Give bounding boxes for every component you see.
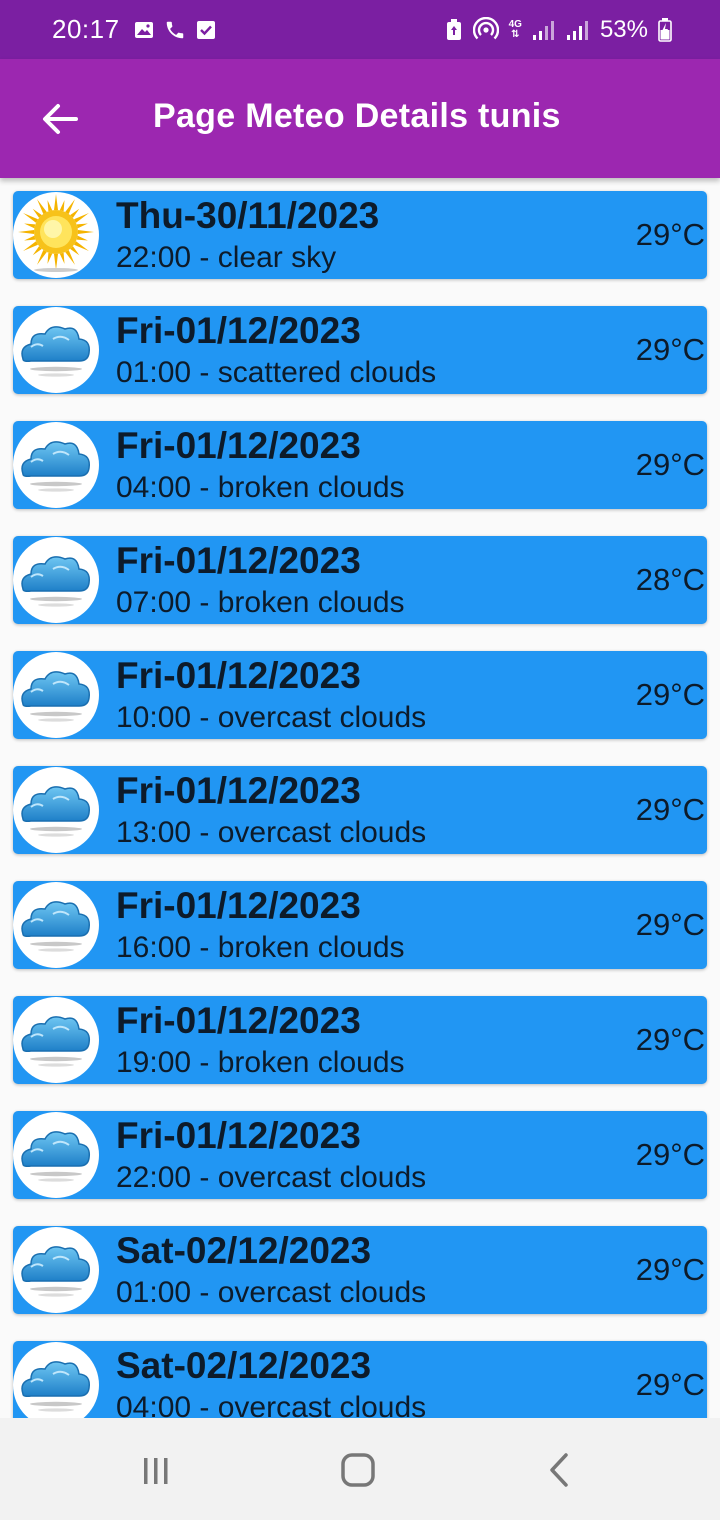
forecast-date: Fri-01/12/2023 — [116, 1000, 361, 1041]
forecast-card[interactable]: Sat-02/12/2023 04:00 - overcast clouds 2… — [13, 1341, 707, 1418]
forecast-description: 13:00 - overcast clouds — [116, 816, 427, 849]
forecast-temperature: 29°C — [635, 1022, 705, 1057]
check-box-icon — [196, 20, 216, 40]
weather-avatar — [13, 1342, 99, 1418]
forecast-temperature: 29°C — [635, 447, 705, 482]
recent-apps-button[interactable] — [126, 1448, 186, 1492]
sun-icon — [18, 194, 94, 272]
phone-icon — [164, 19, 186, 41]
weather-avatar — [13, 767, 99, 853]
recent-apps-icon — [144, 1458, 168, 1484]
forecast-card[interactable]: Fri-01/12/2023 07:00 - broken clouds 28°… — [13, 536, 707, 624]
system-nav-bar — [0, 1418, 720, 1520]
forecast-temperature: 29°C — [635, 332, 705, 367]
notification-icons — [134, 19, 216, 41]
signal-icon — [566, 19, 590, 41]
forecast-card[interactable]: Sat-02/12/2023 01:00 - overcast clouds 2… — [13, 1226, 707, 1314]
cloud-icon — [21, 901, 91, 952]
forecast-date: Fri-01/12/2023 — [116, 1115, 361, 1156]
forecast-description: 07:00 - broken clouds — [116, 586, 405, 619]
forecast-date: Fri-01/12/2023 — [116, 885, 361, 926]
forecast-description: 04:00 - overcast clouds — [116, 1391, 427, 1418]
forecast-description: 16:00 - broken clouds — [116, 931, 405, 964]
weather-avatar — [13, 997, 99, 1083]
forecast-card[interactable]: Fri-01/12/2023 10:00 - overcast clouds 2… — [13, 651, 707, 739]
forecast-description: 22:00 - overcast clouds — [116, 1161, 427, 1194]
cloud-icon — [21, 671, 91, 722]
cloud-icon — [21, 556, 91, 607]
cloud-icon — [21, 326, 91, 377]
forecast-date: Fri-01/12/2023 — [116, 770, 361, 811]
forecast-card[interactable]: Fri-01/12/2023 01:00 - scattered clouds … — [13, 306, 707, 394]
cloud-icon — [21, 441, 91, 492]
battery-percent: 53% — [599, 15, 648, 43]
cloud-icon — [21, 1246, 91, 1297]
status-time: 20:17 — [52, 14, 120, 44]
forecast-date: Fri-01/12/2023 — [116, 540, 361, 581]
forecast-card[interactable]: Fri-01/12/2023 16:00 - broken clouds 29°… — [13, 881, 707, 969]
forecast-description: 04:00 - broken clouds — [116, 471, 405, 504]
weather-avatar — [13, 652, 99, 738]
forecast-temperature: 29°C — [635, 677, 705, 712]
forecast-description: 10:00 - overcast clouds — [116, 701, 427, 734]
battery-charging-icon — [658, 17, 672, 42]
image-icon — [134, 20, 154, 40]
forecast-description: 19:00 - broken clouds — [116, 1046, 405, 1079]
home-button[interactable] — [328, 1448, 388, 1492]
weather-avatar — [13, 1112, 99, 1198]
forecast-card[interactable]: Fri-01/12/2023 22:00 - overcast clouds 2… — [13, 1111, 707, 1199]
weather-avatar — [13, 537, 99, 623]
forecast-date: Thu-30/11/2023 — [116, 195, 380, 236]
forecast-temperature: 29°C — [635, 217, 705, 252]
forecast-date: Fri-01/12/2023 — [116, 655, 361, 696]
weather-avatar — [13, 1227, 99, 1313]
forecast-description: 01:00 - scattered clouds — [116, 356, 437, 389]
network-label: 4G — [508, 18, 522, 30]
forecast-temperature: 29°C — [635, 907, 705, 942]
nav-back-button[interactable] — [530, 1448, 590, 1492]
forecast-temperature: 29°C — [635, 792, 705, 827]
hotspot-icon — [472, 16, 499, 43]
forecast-date: Fri-01/12/2023 — [116, 425, 361, 466]
back-icon — [550, 1453, 568, 1487]
forecast-date: Sat-02/12/2023 — [116, 1230, 372, 1271]
cloud-icon — [21, 1016, 91, 1067]
forecast-card[interactable]: Fri-01/12/2023 13:00 - overcast clouds 2… — [13, 766, 707, 854]
weather-avatar — [13, 422, 99, 508]
forecast-description: 22:00 - clear sky — [116, 241, 337, 274]
forecast-description: 01:00 - overcast clouds — [116, 1276, 427, 1309]
cloud-icon — [21, 1131, 91, 1182]
signal-icon — [532, 19, 556, 41]
weather-avatar — [13, 882, 99, 968]
cloud-icon — [21, 786, 91, 837]
back-button[interactable] — [36, 95, 84, 143]
forecast-list[interactable]: Thu-30/11/2023 22:00 - clear sky 29°C Fr… — [0, 178, 720, 1418]
status-bar: 20:17 4G ⇅ 53% — [0, 0, 720, 59]
cloud-icon — [21, 1361, 91, 1412]
weather-avatar — [13, 307, 99, 393]
weather-avatar — [13, 192, 99, 278]
home-icon — [341, 1453, 375, 1487]
network-type-icon: 4G ⇅ — [508, 18, 522, 40]
system-icons: 4G ⇅ 53% — [445, 16, 672, 44]
forecast-temperature: 29°C — [635, 1137, 705, 1172]
page-title: Page Meteo Details tunis — [153, 97, 561, 135]
forecast-card[interactable]: Fri-01/12/2023 19:00 - broken clouds 29°… — [13, 996, 707, 1084]
forecast-card[interactable]: Fri-01/12/2023 04:00 - broken clouds 29°… — [13, 421, 707, 509]
arrow-back-icon — [43, 104, 78, 134]
app-bar: Page Meteo Details tunis — [0, 59, 720, 178]
battery-saver-icon — [445, 18, 463, 41]
forecast-temperature: 29°C — [635, 1367, 705, 1402]
forecast-date: Sat-02/12/2023 — [116, 1345, 372, 1386]
forecast-temperature: 29°C — [635, 1252, 705, 1287]
forecast-temperature: 28°C — [635, 562, 705, 597]
forecast-date: Fri-01/12/2023 — [116, 310, 361, 351]
forecast-card[interactable]: Thu-30/11/2023 22:00 - clear sky 29°C — [13, 191, 707, 279]
